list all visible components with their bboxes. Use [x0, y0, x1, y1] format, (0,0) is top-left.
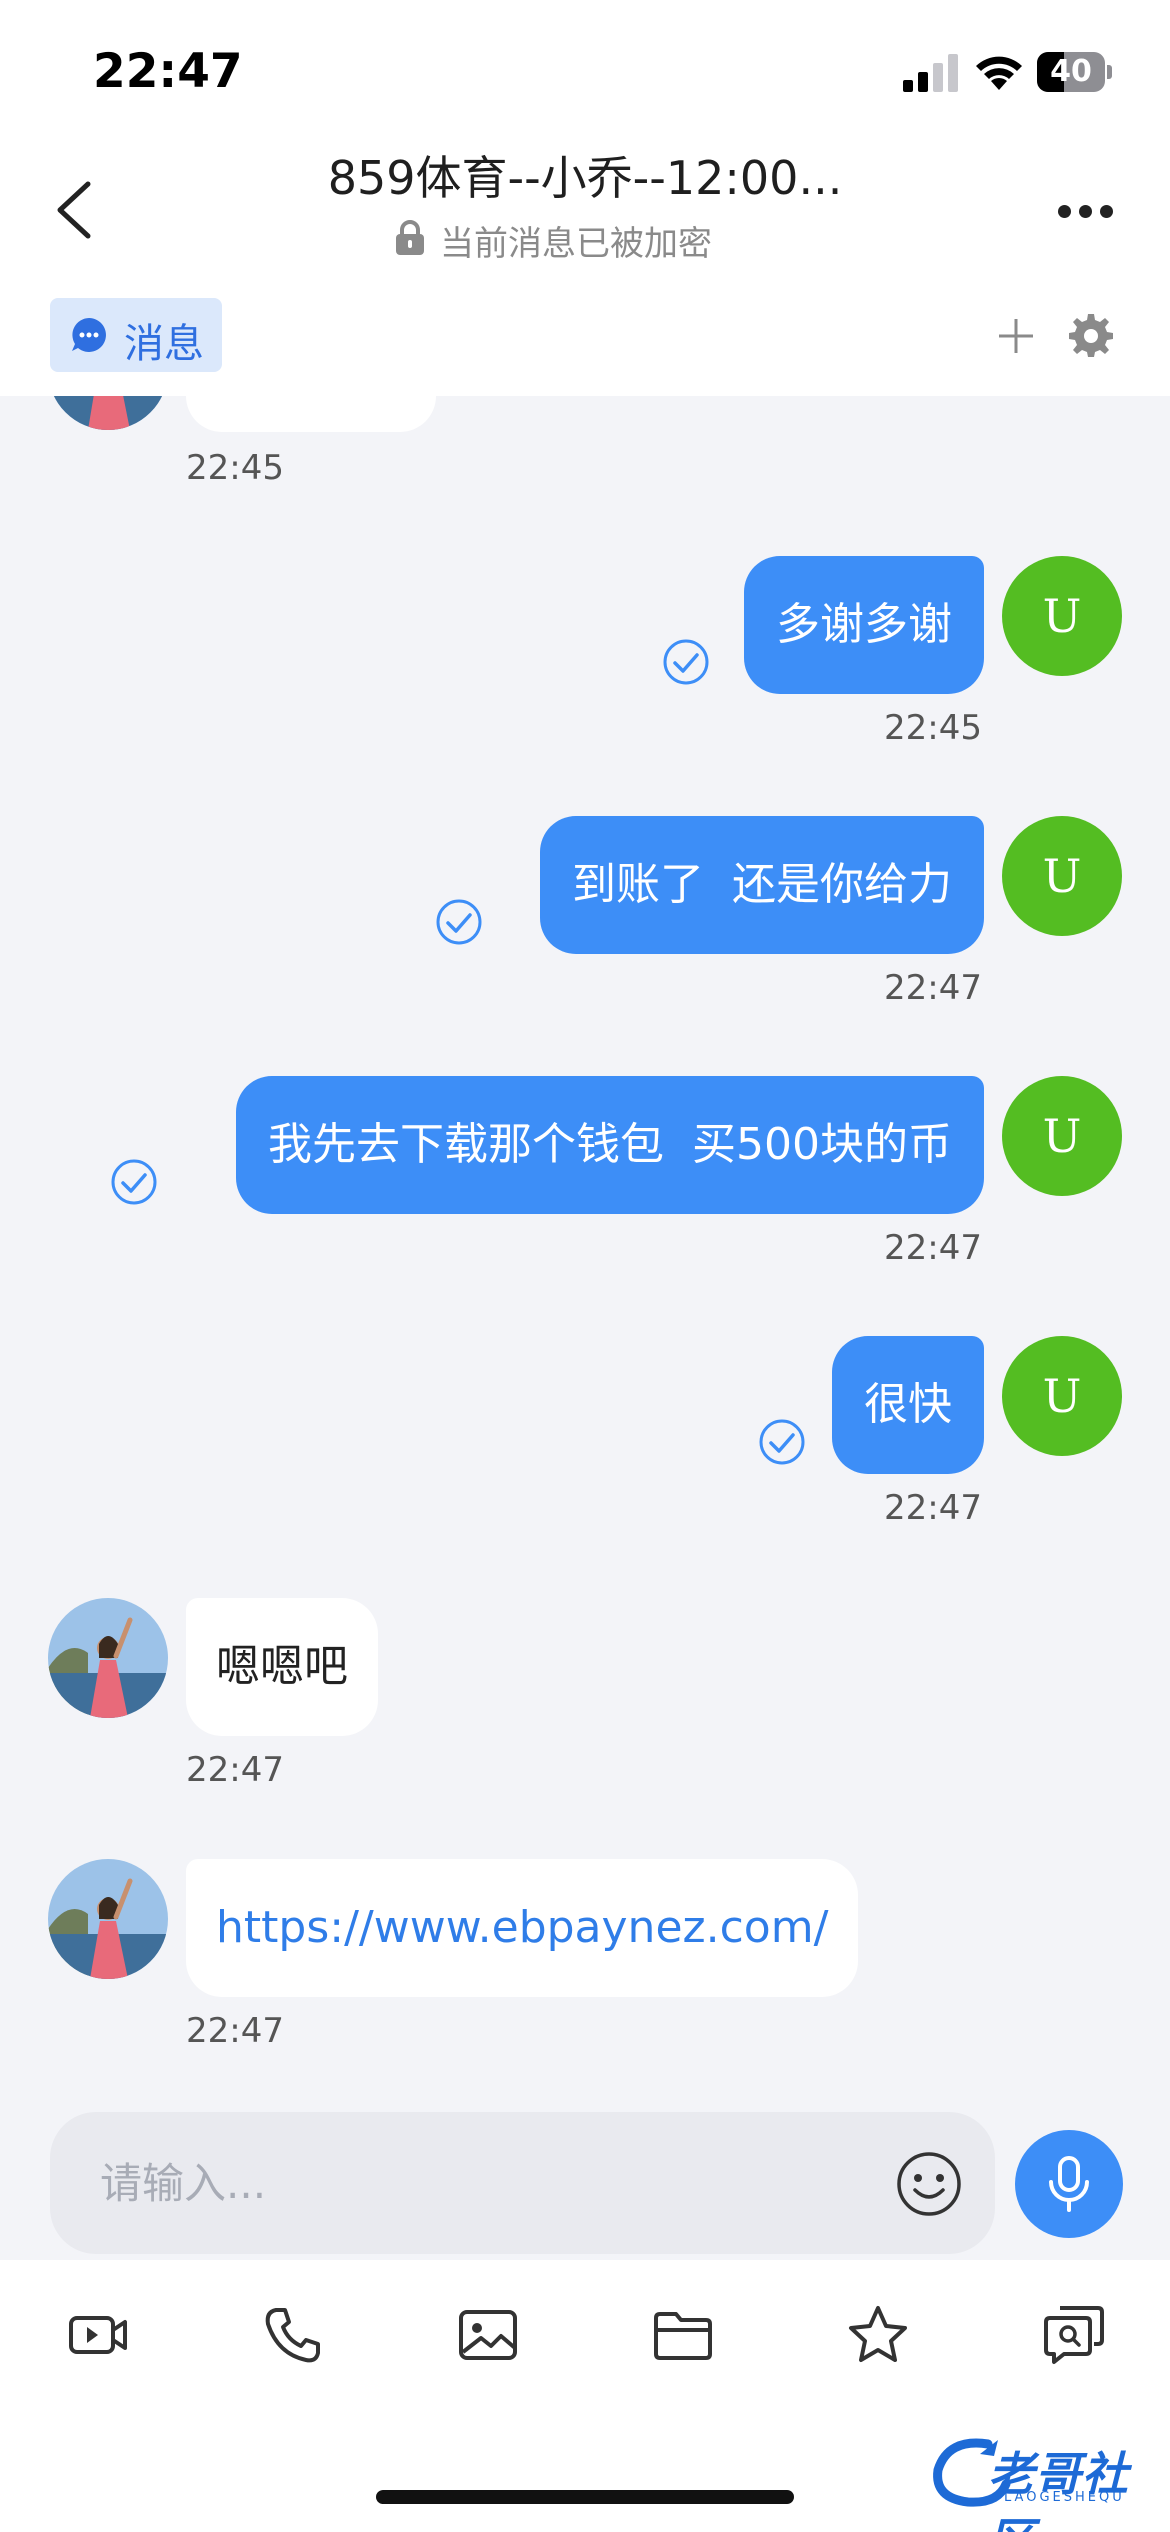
message-bubble[interactable] — [186, 396, 436, 432]
user-avatar[interactable]: U — [1002, 1076, 1122, 1196]
message-input-container[interactable] — [50, 2112, 995, 2254]
message-incoming: 22:45 — [0, 396, 1170, 496]
contact-avatar[interactable] — [48, 1598, 168, 1718]
back-icon[interactable] — [48, 170, 108, 250]
message-time: 22:47 — [186, 2011, 284, 2051]
status-time: 22:47 — [93, 44, 243, 99]
chat-header: 859体育--小乔--12:00... 当前消息已被加密 — [0, 130, 1170, 280]
read-check-icon — [759, 1419, 805, 1465]
message-time: 22:47 — [186, 1750, 284, 1790]
chat-bubble-icon — [72, 318, 106, 352]
search-chat-icon[interactable] — [1038, 2300, 1108, 2370]
contact-photo-icon — [48, 396, 168, 430]
encryption-notice: 当前消息已被加密 — [380, 212, 800, 264]
more-dot-icon — [1079, 205, 1092, 218]
watermark-logo: 老哥社区 LAOGESHEQU — [928, 2432, 1160, 2532]
message-time: 22:47 — [884, 1228, 982, 1268]
message-time: 22:47 — [884, 968, 982, 1008]
message-link[interactable]: https://www.ebpaynez.com/ — [186, 1859, 859, 1997]
read-check-icon — [111, 1159, 157, 1205]
emoji-icon[interactable] — [895, 2150, 963, 2218]
user-avatar[interactable]: U — [1002, 556, 1122, 676]
more-options-button[interactable] — [1050, 185, 1120, 235]
message-time: 22:45 — [884, 708, 982, 748]
message-incoming: https://www.ebpaynez.com/ 22:47 — [0, 1859, 1170, 2059]
video-icon[interactable] — [63, 2300, 133, 2370]
message-input[interactable] — [100, 2148, 880, 2218]
battery-indicator: 40 — [1037, 52, 1112, 92]
attachment-toolbar — [0, 2260, 1170, 2410]
message-outgoing: U 我先去下载那个钱包 买500块的币 22:47 — [0, 1076, 1170, 1276]
status-bar: 22:47 40 — [0, 0, 1170, 130]
encryption-text: 当前消息已被加密 — [440, 224, 712, 264]
home-indicator[interactable] — [376, 2490, 794, 2504]
message-bubble[interactable]: 我先去下载那个钱包 买500块的币 — [236, 1076, 984, 1214]
tab-row: 消息 — [0, 280, 1170, 396]
lock-icon — [396, 220, 424, 255]
voice-button[interactable] — [1015, 2130, 1123, 2238]
cellular-signal-icon — [903, 54, 958, 92]
microphone-icon — [1049, 2156, 1089, 2212]
message-time: 22:45 — [186, 448, 284, 488]
contact-avatar[interactable] — [48, 396, 168, 430]
message-bubble[interactable]: 很快 — [832, 1336, 984, 1474]
message-incoming: 嗯嗯吧 22:47 — [0, 1598, 1170, 1798]
battery-body: 40 — [1037, 52, 1105, 92]
contact-photo-icon — [48, 1598, 168, 1718]
battery-percent: 40 — [1050, 54, 1092, 89]
more-dot-icon — [1058, 205, 1071, 218]
message-time: 22:47 — [884, 1488, 982, 1528]
message-outgoing: U 到账了 还是你给力 22:47 — [0, 816, 1170, 1016]
watermark-subtext: LAOGESHEQU — [1004, 2490, 1125, 2505]
message-outgoing: U 很快 22:47 — [0, 1336, 1170, 1536]
gear-icon[interactable] — [1068, 312, 1114, 358]
contact-photo-icon — [48, 1859, 168, 1979]
user-avatar[interactable]: U — [1002, 816, 1122, 936]
wifi-icon — [976, 56, 1022, 90]
battery-cap — [1107, 65, 1112, 79]
read-check-icon — [663, 639, 709, 685]
user-avatar[interactable]: U — [1002, 1336, 1122, 1456]
tab-messages-label: 消息 — [124, 321, 204, 367]
message-outgoing: U 多谢多谢 22:45 — [0, 556, 1170, 756]
more-dot-icon — [1100, 205, 1113, 218]
folder-icon[interactable] — [648, 2300, 718, 2370]
star-icon[interactable] — [843, 2300, 913, 2370]
add-icon[interactable] — [993, 313, 1039, 359]
contact-avatar[interactable] — [48, 1859, 168, 1979]
watermark-text: 老哥社区 — [988, 2447, 1129, 2532]
message-bubble[interactable]: 多谢多谢 — [744, 556, 984, 694]
read-check-icon — [436, 899, 482, 945]
chat-title[interactable]: 859体育--小乔--12:00... — [260, 142, 910, 208]
image-icon[interactable] — [453, 2300, 523, 2370]
message-bubble[interactable]: 嗯嗯吧 — [186, 1598, 378, 1736]
message-bubble[interactable]: 到账了 还是你给力 — [540, 816, 984, 954]
tab-messages[interactable]: 消息 — [50, 298, 222, 372]
phone-icon[interactable] — [258, 2300, 328, 2370]
chat-area[interactable]: 22:45 U 多谢多谢 22:45 U 到账了 还是你给力 22:47 U 我… — [0, 396, 1170, 2090]
